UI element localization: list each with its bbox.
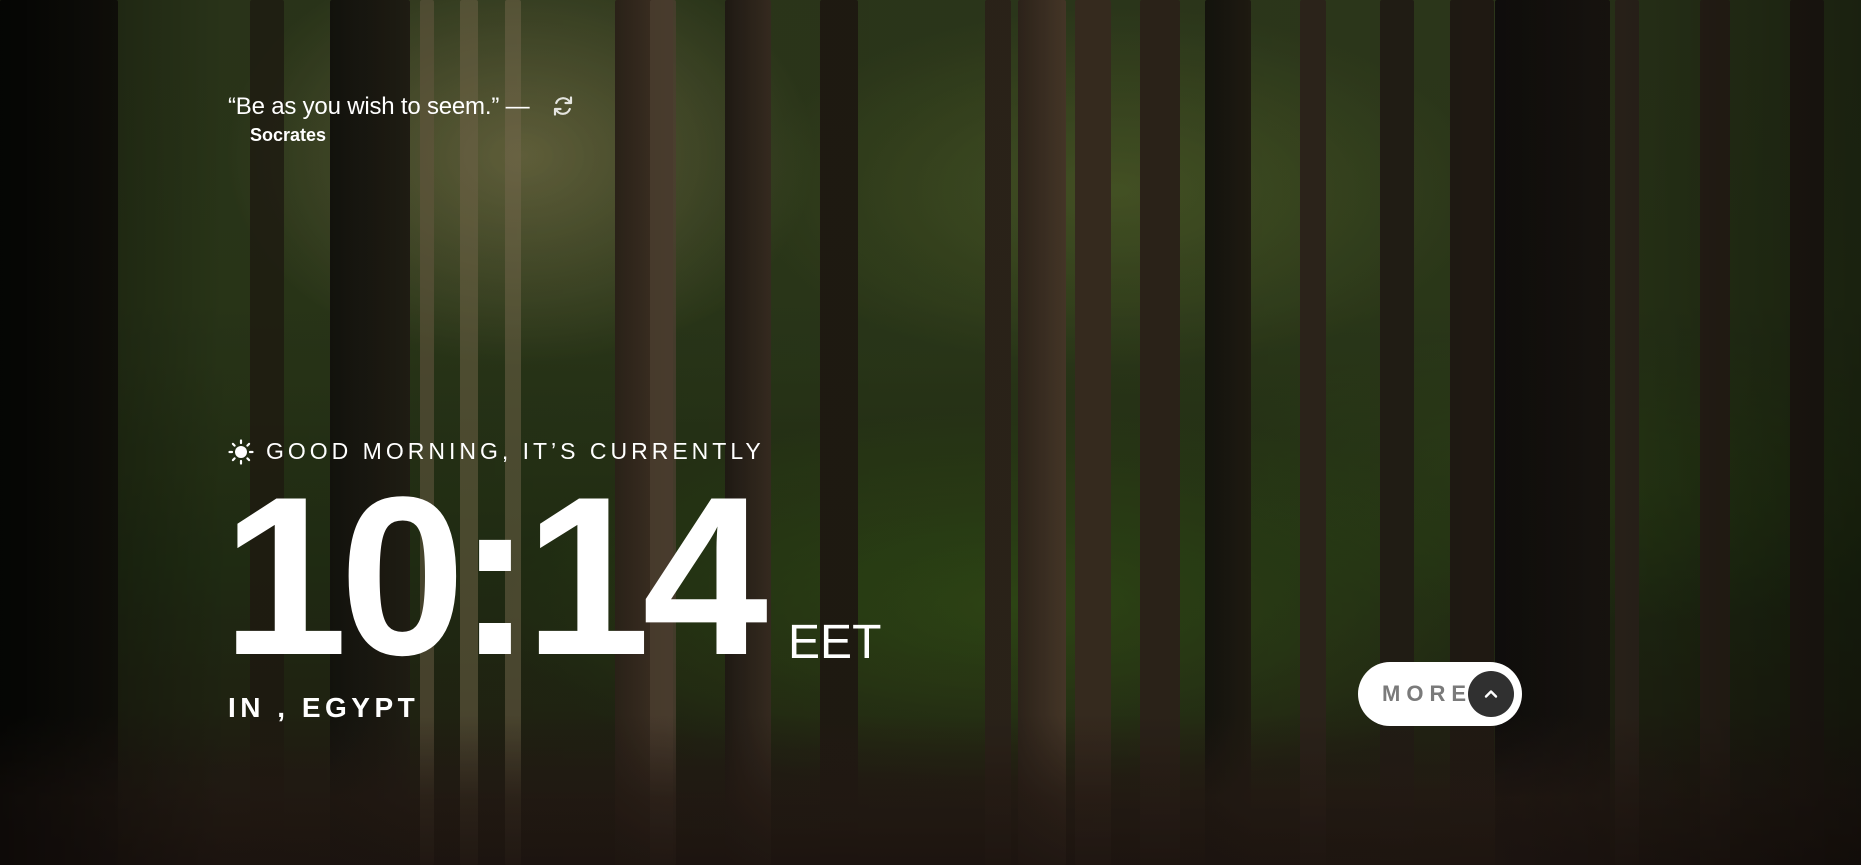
quote-text: “Be as you wish to seem.” — — [228, 93, 530, 120]
refresh-icon — [554, 96, 573, 116]
more-button-label: MORE — [1382, 681, 1472, 706]
more-button[interactable]: MORE — [1358, 662, 1522, 726]
location-text: IN , EGYPT — [228, 692, 420, 723]
refresh-quote-button[interactable] — [549, 92, 577, 120]
current-time: 10:14 — [222, 449, 768, 702]
timezone-abbreviation: EET — [788, 616, 882, 669]
clock: 10:14 EET — [222, 449, 882, 702]
chevron-up-icon — [1468, 671, 1514, 717]
quote-author: Socrates — [250, 125, 327, 145]
quote-block: “Be as you wish to seem.” — Socrates — [228, 90, 628, 146]
